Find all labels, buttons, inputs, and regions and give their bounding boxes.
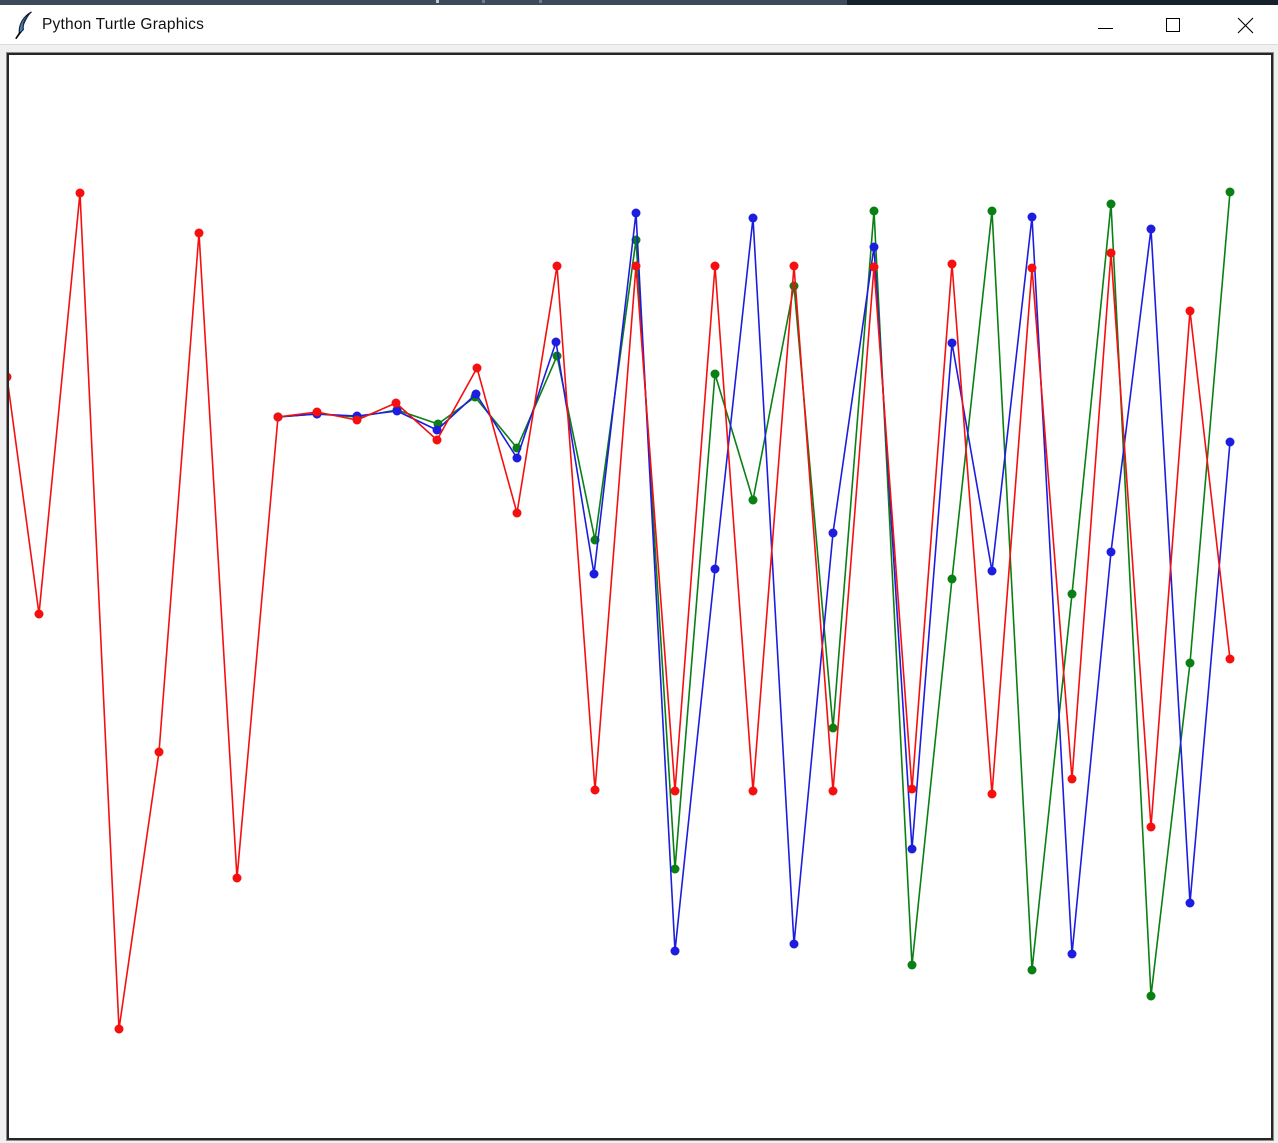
minimize-button[interactable] (1082, 5, 1128, 45)
red-series-marker (1068, 775, 1077, 784)
blue-series-marker (1028, 213, 1037, 222)
red-series-line (9, 193, 1230, 1029)
green-series-marker (908, 961, 917, 970)
blue-series-marker (988, 567, 997, 576)
maximize-button[interactable] (1150, 5, 1196, 45)
red-series-marker (1186, 307, 1195, 316)
red-series-marker (591, 786, 600, 795)
red-series-marker (632, 262, 641, 271)
red-series-marker (76, 189, 85, 198)
green-series-marker (711, 370, 720, 379)
red-series-marker (1226, 655, 1235, 664)
blue-series-marker (552, 338, 561, 347)
green-series-marker (1226, 188, 1235, 197)
blue-series-marker (790, 940, 799, 949)
blue-series-marker (1068, 950, 1077, 959)
red-series-marker (1028, 264, 1037, 273)
red-series-marker (195, 229, 204, 238)
close-icon (1237, 17, 1254, 34)
green-series-marker (988, 207, 997, 216)
canvas-frame (6, 52, 1274, 1141)
background-window-strip-notch (436, 0, 439, 3)
red-series-marker (155, 748, 164, 757)
blue-series-marker (590, 570, 599, 579)
green-series-marker (1107, 200, 1116, 209)
red-series-marker (908, 785, 917, 794)
green-series-marker (1028, 966, 1037, 975)
title-bar[interactable]: Python Turtle Graphics (0, 5, 1278, 45)
blue-series-marker (671, 947, 680, 956)
turtle-canvas-drawing (9, 55, 1271, 1137)
red-series-marker (1147, 823, 1156, 832)
red-series-marker (115, 1025, 124, 1034)
background-window-strip-notch (482, 0, 485, 3)
window-title: Python Turtle Graphics (42, 5, 204, 45)
tk-feather-icon (13, 11, 37, 39)
blue-series-marker (1186, 899, 1195, 908)
blue-series-marker (1226, 438, 1235, 447)
red-series-marker (353, 416, 362, 425)
green-series-marker (948, 575, 957, 584)
red-series-marker (988, 790, 997, 799)
red-series-marker (9, 373, 12, 382)
blue-series-marker (711, 565, 720, 574)
red-series-marker (790, 262, 799, 271)
red-series-marker (513, 509, 522, 518)
background-window-strip-notch (539, 0, 542, 3)
blue-series-marker (749, 214, 758, 223)
blue-series-marker (632, 209, 641, 218)
green-series-marker (829, 724, 838, 733)
red-series-marker (313, 408, 322, 417)
blue-series-marker (829, 529, 838, 538)
close-button[interactable] (1222, 5, 1268, 45)
green-series-marker (749, 496, 758, 505)
red-series-marker (473, 364, 482, 373)
green-series-marker (1186, 659, 1195, 668)
maximize-icon (1166, 18, 1180, 32)
red-series-marker (1107, 249, 1116, 258)
blue-series-marker (948, 339, 957, 348)
red-series-marker (711, 262, 720, 271)
red-series-marker (233, 874, 242, 883)
red-series-marker (553, 262, 562, 271)
red-series-marker (274, 413, 283, 422)
red-series-marker (433, 436, 442, 445)
blue-series-marker (908, 845, 917, 854)
red-series-marker (870, 263, 879, 272)
blue-series-marker (513, 454, 522, 463)
canvas-frame-inner (7, 53, 1273, 1140)
green-series-marker (1147, 992, 1156, 1001)
red-series-marker (948, 260, 957, 269)
green-series-marker (870, 207, 879, 216)
blue-series-marker (870, 243, 879, 252)
green-series-line (278, 192, 1230, 996)
green-series-marker (671, 865, 680, 874)
minimize-icon (1098, 28, 1113, 29)
red-series-marker (671, 787, 680, 796)
blue-series-marker (472, 390, 481, 399)
blue-series-marker (1107, 548, 1116, 557)
red-series-marker (829, 787, 838, 796)
blue-series-marker (393, 407, 402, 416)
red-series-marker (749, 787, 758, 796)
green-series-marker (1068, 590, 1077, 599)
blue-series-marker (1147, 225, 1156, 234)
red-series-marker (35, 610, 44, 619)
green-series-marker (790, 282, 799, 291)
red-series-marker (392, 399, 401, 408)
